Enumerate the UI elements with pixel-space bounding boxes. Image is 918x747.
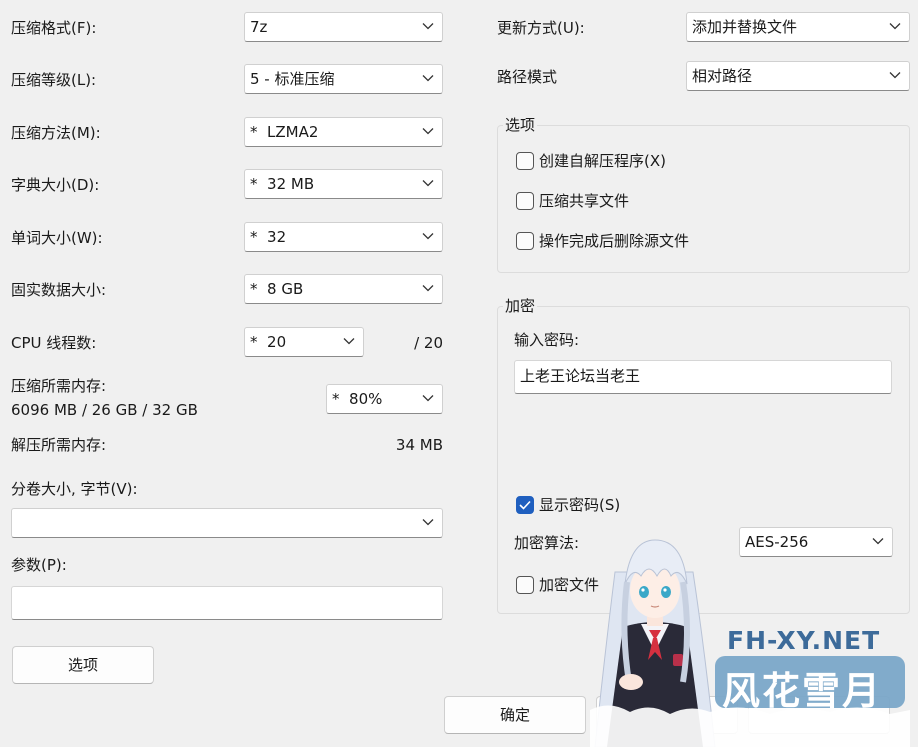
- solid-select[interactable]: * 8 GB: [244, 274, 443, 304]
- show-password-label[interactable]: 显示密码(S): [539, 495, 620, 515]
- mem-detail: 6096 MB / 26 GB / 32 GB: [11, 401, 198, 419]
- chevron-down-icon: [422, 285, 434, 292]
- options-button[interactable]: 选项: [12, 646, 154, 684]
- level-select[interactable]: 5 - 标准压缩: [244, 64, 443, 94]
- chevron-down-icon: [422, 180, 434, 187]
- format-select[interactable]: 7z: [244, 12, 443, 42]
- threads-select[interactable]: * 20: [244, 327, 364, 357]
- sfx-checkbox[interactable]: [516, 152, 534, 170]
- update-select[interactable]: 添加并替换文件: [686, 12, 910, 42]
- chevron-down-icon: [343, 338, 355, 345]
- password-input[interactable]: 上老王论坛当老王: [514, 360, 892, 394]
- dict-select[interactable]: * 32 MB: [244, 169, 443, 199]
- decomp-value: 34 MB: [395, 436, 443, 454]
- update-label: 更新方式(U):: [497, 19, 585, 37]
- threads-select-value: * 20: [250, 333, 287, 351]
- chevron-down-icon: [422, 75, 434, 82]
- shared-checkbox[interactable]: [516, 192, 534, 210]
- threads-label: CPU 线程数:: [11, 334, 97, 352]
- watermark-site: FH-XY.NET: [727, 626, 881, 655]
- update-select-value: 添加并替换文件: [692, 18, 798, 36]
- path-select[interactable]: 相对路径: [686, 61, 910, 91]
- encrypt-names-checkbox[interactable]: [516, 576, 534, 594]
- encryption-group-title: 加密: [503, 296, 538, 316]
- snow-decoration: [590, 705, 910, 747]
- chevron-down-icon: [872, 538, 884, 545]
- options-group-title: 选项: [503, 115, 538, 135]
- delete-label[interactable]: 操作完成后删除源文件: [539, 231, 689, 251]
- method-select-value: * LZMA2: [250, 123, 319, 141]
- dict-label: 字典大小(D):: [11, 176, 100, 194]
- volume-label: 分卷大小, 字节(V):: [11, 480, 138, 498]
- method-label: 压缩方法(M):: [11, 124, 101, 142]
- algo-label: 加密算法:: [514, 534, 580, 552]
- word-label: 单词大小(W):: [11, 229, 103, 247]
- algo-select-value: AES-256: [745, 533, 809, 551]
- format-label: 压缩格式(F):: [11, 19, 97, 37]
- decomp-label: 解压所需内存:: [11, 436, 107, 454]
- sfx-label[interactable]: 创建自解压程序(X): [539, 151, 666, 171]
- params-label: 参数(P):: [11, 556, 67, 574]
- chevron-down-icon: [889, 23, 901, 30]
- password-label: 输入密码:: [514, 331, 580, 349]
- mem-label: 压缩所需内存:: [11, 377, 107, 395]
- ok-button[interactable]: 确定: [444, 696, 586, 734]
- path-label: 路径模式: [497, 68, 558, 86]
- method-select[interactable]: * LZMA2: [244, 117, 443, 147]
- algo-select[interactable]: AES-256: [739, 527, 893, 557]
- params-input[interactable]: [11, 586, 443, 620]
- chevron-down-icon: [422, 519, 434, 526]
- chevron-down-icon: [422, 233, 434, 240]
- level-label: 压缩等级(L):: [11, 71, 97, 89]
- mem-select-value: * 80%: [332, 390, 383, 408]
- chevron-down-icon: [889, 72, 901, 79]
- word-select[interactable]: * 32: [244, 222, 443, 252]
- shared-label[interactable]: 压缩共享文件: [539, 191, 629, 211]
- solid-label: 固实数据大小:: [11, 281, 107, 299]
- delete-checkbox[interactable]: [516, 232, 534, 250]
- solid-select-value: * 8 GB: [250, 280, 304, 298]
- threads-max: / 20: [414, 334, 443, 352]
- chevron-down-icon: [422, 128, 434, 135]
- format-select-value: 7z: [250, 18, 268, 36]
- path-select-value: 相对路径: [692, 67, 753, 85]
- checkmark-icon: [519, 500, 531, 510]
- chevron-down-icon: [422, 23, 434, 30]
- show-password-checkbox[interactable]: [516, 496, 534, 514]
- volume-select[interactable]: [11, 508, 443, 538]
- word-select-value: * 32: [250, 228, 287, 246]
- dict-select-value: * 32 MB: [250, 175, 315, 193]
- chevron-down-icon: [422, 395, 434, 402]
- mem-select[interactable]: * 80%: [326, 384, 443, 414]
- level-select-value: 5 - 标准压缩: [250, 70, 335, 88]
